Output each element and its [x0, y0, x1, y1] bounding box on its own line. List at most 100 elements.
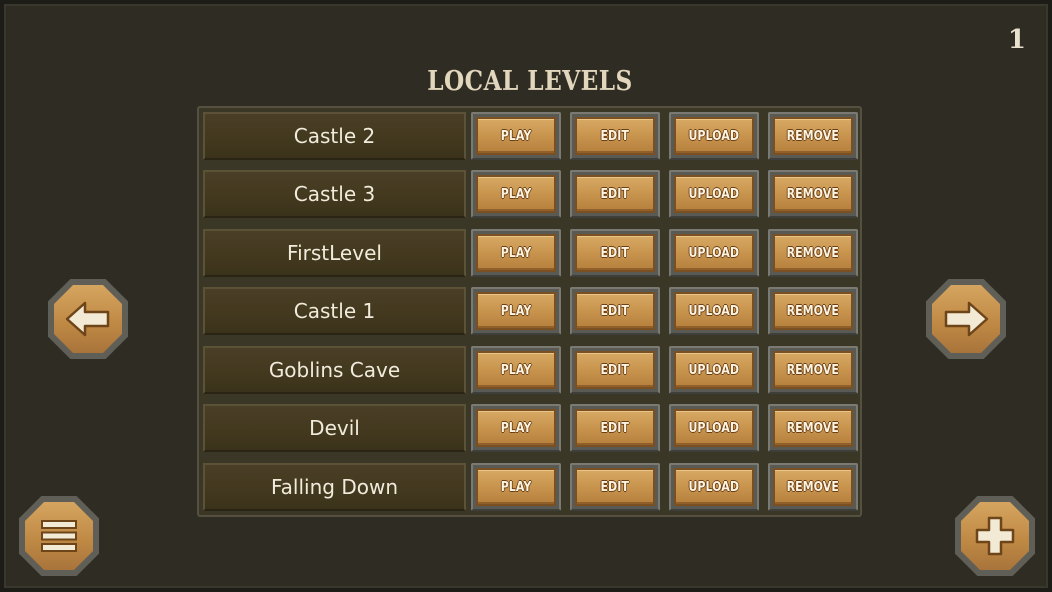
play-button-label: PLAY — [500, 303, 532, 319]
remove-button[interactable]: REMOVE — [773, 351, 853, 389]
level-row: Falling Down PLAY EDIT UPLOAD REMOVE — [201, 460, 860, 514]
add-level-button-face — [961, 502, 1029, 570]
play-button-label: PLAY — [500, 420, 532, 436]
upload-button-frame: UPLOAD — [669, 170, 759, 218]
remove-button-frame: REMOVE — [768, 170, 858, 218]
upload-button-label: UPLOAD — [688, 479, 740, 495]
arrow-right-icon — [944, 301, 989, 337]
level-name: Goblins Cave — [203, 346, 466, 394]
remove-button-frame: REMOVE — [768, 287, 858, 335]
level-name: FirstLevel — [203, 229, 466, 277]
level-row: Devil PLAY EDIT UPLOAD REMOVE — [201, 401, 860, 455]
play-button-frame: PLAY — [471, 112, 561, 160]
play-button-frame: PLAY — [471, 170, 561, 218]
upload-button-label: UPLOAD — [688, 303, 740, 319]
level-row: Goblins Cave PLAY EDIT UPLOAD REMOVE — [201, 343, 860, 397]
menu-button-face — [25, 502, 93, 570]
remove-button-frame: REMOVE — [768, 229, 858, 277]
play-button-frame: PLAY — [471, 404, 561, 452]
play-button-frame: PLAY — [471, 287, 561, 335]
play-button-frame: PLAY — [471, 463, 561, 511]
upload-button-frame: UPLOAD — [669, 112, 759, 160]
edit-button[interactable]: EDIT — [575, 175, 655, 213]
play-button-frame: PLAY — [471, 229, 561, 277]
edit-button[interactable]: EDIT — [575, 117, 655, 155]
remove-button[interactable]: REMOVE — [773, 117, 853, 155]
remove-button[interactable]: REMOVE — [773, 292, 853, 330]
arrow-left-icon — [65, 301, 110, 337]
level-name: Castle 2 — [203, 112, 466, 160]
edit-button-frame: EDIT — [570, 170, 660, 218]
play-button[interactable]: PLAY — [476, 117, 556, 155]
prev-page-button[interactable] — [48, 279, 128, 359]
upload-button[interactable]: UPLOAD — [674, 351, 754, 389]
play-button-label: PLAY — [500, 128, 532, 144]
next-page-button[interactable] — [926, 279, 1006, 359]
remove-button-label: REMOVE — [786, 303, 840, 319]
edit-button[interactable]: EDIT — [575, 468, 655, 506]
edit-button-frame: EDIT — [570, 287, 660, 335]
play-button-frame: PLAY — [471, 346, 561, 394]
upload-button-frame: UPLOAD — [669, 346, 759, 394]
remove-button[interactable]: REMOVE — [773, 409, 853, 447]
play-button-label: PLAY — [500, 186, 532, 202]
menu-icon — [41, 520, 77, 552]
remove-button-frame: REMOVE — [768, 404, 858, 452]
game-screen: 1 LOCAL LEVELS Castle 2 PLAY EDIT UPLOAD… — [0, 0, 1052, 592]
prev-page-button-face — [54, 285, 122, 353]
edit-button-label: EDIT — [600, 245, 630, 261]
upload-button[interactable]: UPLOAD — [674, 117, 754, 155]
upload-button-frame: UPLOAD — [669, 463, 759, 511]
level-name: Devil — [203, 404, 466, 452]
page-number: 1 — [1007, 25, 1026, 55]
play-button[interactable]: PLAY — [476, 468, 556, 506]
upload-button[interactable]: UPLOAD — [674, 175, 754, 213]
remove-button-label: REMOVE — [786, 186, 840, 202]
page-title: LOCAL LEVELS — [427, 66, 633, 97]
upload-button-label: UPLOAD — [688, 186, 740, 202]
edit-button[interactable]: EDIT — [575, 351, 655, 389]
remove-button-label: REMOVE — [786, 245, 840, 261]
play-button[interactable]: PLAY — [476, 234, 556, 272]
upload-button-frame: UPLOAD — [669, 229, 759, 277]
edit-button-frame: EDIT — [570, 404, 660, 452]
level-row: Castle 1 PLAY EDIT UPLOAD REMOVE — [201, 284, 860, 338]
play-button[interactable]: PLAY — [476, 409, 556, 447]
remove-button-label: REMOVE — [786, 362, 840, 378]
upload-button[interactable]: UPLOAD — [674, 409, 754, 447]
remove-button[interactable]: REMOVE — [773, 468, 853, 506]
play-button[interactable]: PLAY — [476, 175, 556, 213]
play-button[interactable]: PLAY — [476, 351, 556, 389]
upload-button-label: UPLOAD — [688, 420, 740, 436]
upload-button-label: UPLOAD — [688, 245, 740, 261]
upload-button[interactable]: UPLOAD — [674, 234, 754, 272]
upload-button[interactable]: UPLOAD — [674, 292, 754, 330]
plus-icon — [975, 516, 1015, 556]
edit-button-label: EDIT — [600, 479, 630, 495]
menu-button[interactable] — [19, 496, 99, 576]
edit-button-frame: EDIT — [570, 112, 660, 160]
remove-button-label: REMOVE — [786, 479, 840, 495]
add-level-button[interactable] — [955, 496, 1035, 576]
remove-button[interactable]: REMOVE — [773, 234, 853, 272]
play-button-label: PLAY — [500, 245, 532, 261]
edit-button[interactable]: EDIT — [575, 409, 655, 447]
edit-button-frame: EDIT — [570, 229, 660, 277]
edit-button-label: EDIT — [600, 362, 630, 378]
level-name: Falling Down — [203, 463, 466, 511]
remove-button-frame: REMOVE — [768, 346, 858, 394]
level-name: Castle 3 — [203, 170, 466, 218]
edit-button-label: EDIT — [600, 128, 630, 144]
upload-button[interactable]: UPLOAD — [674, 468, 754, 506]
edit-button-label: EDIT — [600, 186, 630, 202]
edit-button-label: EDIT — [600, 420, 630, 436]
upload-button-frame: UPLOAD — [669, 404, 759, 452]
edit-button[interactable]: EDIT — [575, 234, 655, 272]
remove-button-frame: REMOVE — [768, 463, 858, 511]
remove-button-label: REMOVE — [786, 128, 840, 144]
upload-button-label: UPLOAD — [688, 128, 740, 144]
play-button[interactable]: PLAY — [476, 292, 556, 330]
remove-button[interactable]: REMOVE — [773, 175, 853, 213]
edit-button[interactable]: EDIT — [575, 292, 655, 330]
edit-button-frame: EDIT — [570, 346, 660, 394]
